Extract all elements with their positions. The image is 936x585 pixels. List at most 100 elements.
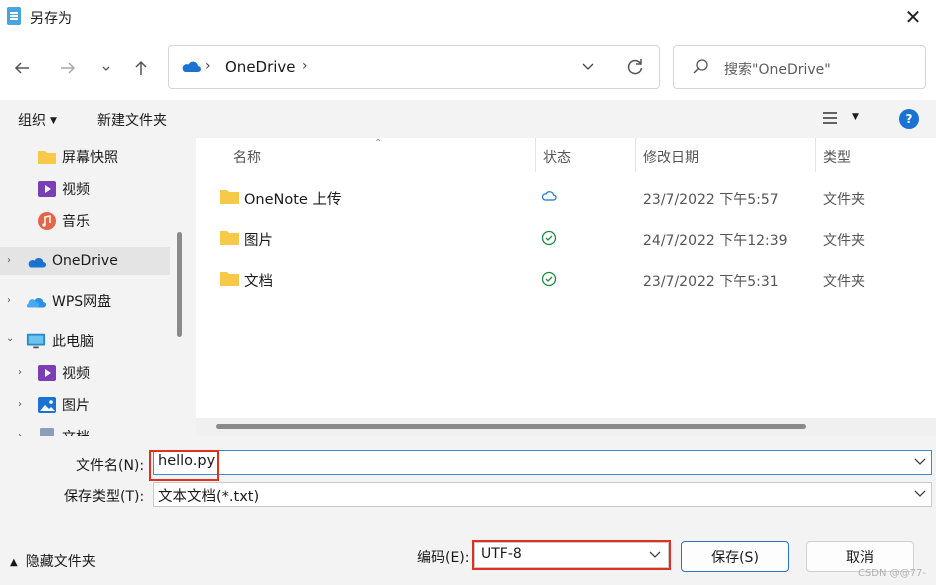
command-bar: 组织 ▼ 新建文件夹 ▼ ? bbox=[0, 100, 936, 138]
table-row[interactable]: OneNote 上传 23/7/2022 下午5:57 文件夹 bbox=[196, 177, 936, 217]
sidebar-item-screenshots[interactable]: 屏幕快照 bbox=[0, 143, 170, 171]
video-icon bbox=[38, 181, 56, 197]
view-options-icon[interactable] bbox=[822, 111, 838, 125]
caret-down-icon[interactable]: ▼ bbox=[852, 112, 859, 122]
sidebar-item-label: 视频 bbox=[62, 366, 90, 382]
recent-locations-button[interactable] bbox=[94, 56, 118, 80]
sidebar-item-label: OneDrive bbox=[52, 253, 118, 269]
chevron-down-icon[interactable] bbox=[913, 486, 927, 500]
navigation-pane: 屏幕快照 视频 音乐 › OneDrive › WPS网盘 ⌄ 此电脑 › 视频… bbox=[0, 138, 188, 436]
chevron-right-icon[interactable]: › bbox=[18, 367, 28, 378]
help-button[interactable]: ? bbox=[899, 109, 919, 129]
onedrive-icon bbox=[28, 258, 46, 268]
sidebar-item-wps-cloud[interactable]: › WPS网盘 bbox=[0, 287, 170, 315]
chevron-down-icon[interactable]: ⌄ bbox=[6, 333, 16, 344]
synced-status-icon bbox=[541, 271, 557, 287]
hide-folders-label: 隐藏文件夹 bbox=[25, 554, 96, 570]
refresh-icon[interactable] bbox=[625, 57, 645, 77]
filetype-label: 保存类型(T): bbox=[64, 489, 145, 505]
column-divider[interactable] bbox=[815, 138, 816, 172]
file-name: OneNote 上传 bbox=[244, 192, 342, 208]
file-modified: 23/7/2022 下午5:57 bbox=[643, 192, 779, 208]
file-modified: 24/7/2022 下午12:39 bbox=[643, 233, 788, 249]
file-type: 文件夹 bbox=[823, 233, 865, 249]
sidebar-item-label: WPS网盘 bbox=[52, 294, 112, 310]
music-icon bbox=[38, 212, 56, 230]
breadcrumb-separator[interactable]: › bbox=[302, 58, 308, 74]
synced-status-icon bbox=[541, 230, 557, 246]
chevron-down-icon bbox=[102, 66, 110, 71]
search-icon bbox=[693, 59, 708, 74]
file-list: ⌃ 名称 状态 修改日期 类型 OneNote 上传 23/7/2022 下午5… bbox=[196, 138, 936, 436]
chevron-right-icon[interactable]: › bbox=[7, 295, 17, 306]
arrow-right-icon bbox=[61, 62, 76, 74]
sidebar-item-music[interactable]: 音乐 bbox=[0, 207, 170, 235]
file-name: 图片 bbox=[244, 233, 273, 249]
search-box[interactable]: 搜索"OneDrive" bbox=[673, 45, 926, 89]
highlight-box bbox=[472, 540, 671, 570]
sidebar-item-pc-videos[interactable]: › 视频 bbox=[0, 359, 170, 387]
back-button[interactable] bbox=[10, 56, 34, 80]
sidebar-item-onedrive[interactable]: › OneDrive bbox=[0, 247, 170, 275]
organize-label: 组织 bbox=[18, 113, 46, 129]
organize-menu[interactable]: 组织 ▼ bbox=[18, 110, 57, 130]
caret-down-icon: ▼ bbox=[50, 116, 57, 126]
filetype-value: 文本文档(*.txt) bbox=[158, 489, 260, 505]
column-header-status[interactable]: 状态 bbox=[543, 147, 571, 167]
table-row[interactable]: 文档 23/7/2022 下午5:31 文件夹 bbox=[196, 259, 936, 299]
chevron-down-icon[interactable] bbox=[581, 59, 595, 73]
chevron-down-icon[interactable] bbox=[913, 454, 927, 468]
title-bar: 另存为 ✕ bbox=[0, 0, 936, 34]
close-button[interactable]: ✕ bbox=[890, 0, 936, 34]
column-header-name[interactable]: 名称 bbox=[233, 147, 261, 167]
notepad-icon bbox=[7, 7, 21, 25]
sidebar-item-label: 屏幕快照 bbox=[62, 150, 118, 166]
cloud-status-icon bbox=[541, 191, 557, 201]
arrow-up-icon bbox=[135, 60, 147, 75]
new-folder-button[interactable]: 新建文件夹 bbox=[97, 110, 167, 130]
up-button[interactable] bbox=[129, 56, 153, 80]
filename-field[interactable]: hello.py bbox=[153, 450, 932, 475]
folder-icon bbox=[220, 190, 239, 204]
sidebar-item-pc-pictures[interactable]: › 图片 bbox=[0, 391, 170, 419]
column-divider[interactable] bbox=[535, 138, 536, 172]
sidebar-item-label: 图片 bbox=[62, 398, 90, 414]
sidebar-item-label: 文档 bbox=[62, 427, 90, 436]
sidebar-scrollbar[interactable] bbox=[177, 232, 182, 337]
chevron-right-icon[interactable]: › bbox=[7, 255, 17, 266]
hide-folders-toggle[interactable]: ▲ 隐藏文件夹 bbox=[10, 551, 96, 571]
computer-icon bbox=[26, 333, 46, 349]
file-name: 文档 bbox=[244, 274, 273, 290]
column-header-modified[interactable]: 修改日期 bbox=[643, 147, 699, 167]
chevron-right-icon[interactable]: › bbox=[18, 399, 28, 410]
save-button[interactable]: 保存(S) bbox=[681, 541, 789, 572]
sort-ascending-icon: ⌃ bbox=[374, 138, 383, 149]
column-header-type[interactable]: 类型 bbox=[823, 147, 851, 167]
onedrive-icon bbox=[182, 61, 201, 72]
document-icon bbox=[40, 428, 54, 436]
breadcrumb-onedrive[interactable]: OneDrive bbox=[225, 58, 296, 76]
window-title: 另存为 bbox=[30, 11, 72, 27]
save-form: 文件名(N): hello.py 保存类型(T): 文本文档(*.txt) bbox=[0, 436, 936, 518]
filename-label: 文件名(N): bbox=[76, 458, 145, 474]
forward-button[interactable] bbox=[56, 56, 80, 80]
sidebar-item-label: 此电脑 bbox=[52, 334, 94, 350]
sidebar-item-label: 音乐 bbox=[62, 214, 90, 230]
column-divider[interactable] bbox=[635, 138, 636, 172]
file-type: 文件夹 bbox=[823, 274, 865, 290]
filetype-select[interactable]: 文本文档(*.txt) bbox=[153, 482, 932, 507]
scrollbar-thumb[interactable] bbox=[216, 424, 806, 429]
horizontal-scrollbar[interactable] bbox=[196, 418, 936, 436]
table-row[interactable]: 图片 24/7/2022 下午12:39 文件夹 bbox=[196, 218, 936, 258]
address-bar[interactable]: › OneDrive › bbox=[168, 45, 660, 89]
navigation-bar: › OneDrive › 搜索"OneDrive" bbox=[0, 34, 936, 100]
file-type: 文件夹 bbox=[823, 192, 865, 208]
breadcrumb-separator: › bbox=[205, 58, 211, 74]
sidebar-item-pc-documents[interactable]: › 文档 bbox=[0, 423, 170, 436]
video-icon bbox=[38, 365, 56, 381]
folder-icon bbox=[220, 231, 239, 245]
watermark: CSDN @@77- bbox=[857, 568, 926, 579]
chevron-up-icon: ▲ bbox=[10, 557, 18, 568]
sidebar-item-this-pc[interactable]: ⌄ 此电脑 bbox=[0, 327, 170, 355]
sidebar-item-videos[interactable]: 视频 bbox=[0, 175, 170, 203]
